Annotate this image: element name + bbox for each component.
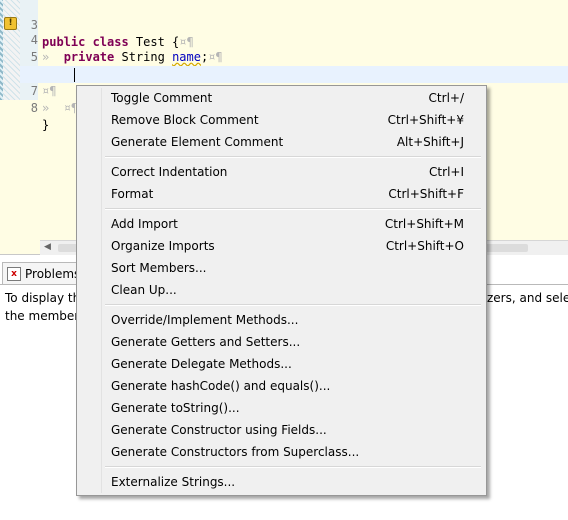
menu-item-label: Generate Getters and Setters... <box>111 335 301 349</box>
menu-item-label: Correct Indentation <box>111 165 228 179</box>
menu-item-shortcut: Ctrl+Shift+M <box>384 217 464 231</box>
menu-item-sort-members[interactable]: Sort Members... <box>79 257 484 279</box>
menu-item-shortcut: Ctrl+I <box>429 165 464 179</box>
problems-icon: x <box>7 267 21 281</box>
menu-item-generate-constructors-superclass[interactable]: Generate Constructors from Superclass... <box>79 441 484 463</box>
menu-item-shortcut: Ctrl+Shift+¥ <box>387 113 464 127</box>
current-code-line[interactable]: 7 » ¤¶ <box>20 66 568 115</box>
scroll-left-icon[interactable]: ◀ <box>44 242 51 252</box>
menu-separator <box>105 156 481 158</box>
annotation-gutter <box>3 0 20 100</box>
menu-item-label: Organize Imports <box>111 239 215 253</box>
menu-separator <box>105 304 481 306</box>
menu-item-label: Generate Constructors from Superclass... <box>111 445 360 459</box>
menu-item-generate-hashcode-equals[interactable]: Generate hashCode() and equals()... <box>79 375 484 397</box>
source-context-menu: Toggle Comment Ctrl+/ Remove Block Comme… <box>76 85 487 496</box>
tab-problems[interactable]: x Problems <box>2 262 84 285</box>
menu-item-shortcut: Ctrl+Shift+F <box>388 187 464 201</box>
text-caret <box>74 68 75 82</box>
tab-label: Problems <box>25 267 81 281</box>
menu-item-shortcut: Ctrl+Shift+O <box>385 239 464 253</box>
menu-item-clean-up[interactable]: Clean Up... <box>79 279 484 301</box>
menu-item-label: Externalize Strings... <box>111 475 236 489</box>
menu-item-externalize-strings[interactable]: Externalize Strings... <box>79 471 484 493</box>
code-line[interactable]: 5 » ¤¶ <box>20 32 568 81</box>
menu-item-label: Format <box>111 187 154 201</box>
code-text: } <box>42 118 50 132</box>
menu-item-label: Generate Constructor using Fields... <box>111 423 327 437</box>
menu-item-label: Sort Members... <box>111 261 207 275</box>
menu-item-label: Add Import <box>111 217 178 231</box>
menu-separator <box>105 208 481 210</box>
menu-item-generate-delegate-methods[interactable]: Generate Delegate Methods... <box>79 353 484 375</box>
menu-item-label: Remove Block Comment <box>111 113 259 127</box>
menu-item-toggle-comment[interactable]: Toggle Comment Ctrl+/ <box>79 87 484 109</box>
menu-item-label: Generate Element Comment <box>111 135 284 149</box>
menu-item-label: Generate Delegate Methods... <box>111 357 292 371</box>
code-line[interactable]: 4 » private String name;¤¶ <box>20 15 568 64</box>
menu-item-label: Generate toString()... <box>111 401 240 415</box>
warning-icon[interactable]: ! <box>4 17 17 30</box>
menu-item-add-import[interactable]: Add Import Ctrl+Shift+M <box>79 213 484 235</box>
menu-item-label: Clean Up... <box>111 283 177 297</box>
menu-separator <box>105 466 481 468</box>
menu-item-label: Generate hashCode() and equals()... <box>111 379 331 393</box>
view-message: To display th <box>5 291 81 305</box>
menu-item-shortcut: Alt+Shift+J <box>396 135 464 149</box>
menu-item-format[interactable]: Format Ctrl+Shift+F <box>79 183 484 205</box>
menu-item-correct-indentation[interactable]: Correct Indentation Ctrl+I <box>79 161 484 183</box>
menu-item-remove-block-comment[interactable]: Remove Block Comment Ctrl+Shift+¥ <box>79 109 484 131</box>
menu-item-shortcut: Ctrl+/ <box>428 91 464 105</box>
menu-item-organize-imports[interactable]: Organize Imports Ctrl+Shift+O <box>79 235 484 257</box>
menu-item-label: Toggle Comment <box>111 91 213 105</box>
line-number: 8 <box>30 101 38 115</box>
menu-item-generate-tostring[interactable]: Generate toString()... <box>79 397 484 419</box>
view-message: the member <box>5 309 80 323</box>
view-message: zers, and selec <box>487 291 568 305</box>
menu-item-label: Override/Implement Methods... <box>111 313 299 327</box>
menu-item-generate-element-comment[interactable]: Generate Element Comment Alt+Shift+J <box>79 131 484 153</box>
menu-item-generate-constructor-fields[interactable]: Generate Constructor using Fields... <box>79 419 484 441</box>
menu-item-generate-getters-setters[interactable]: Generate Getters and Setters... <box>79 331 484 353</box>
menu-item-override-implement-methods[interactable]: Override/Implement Methods... <box>79 309 484 331</box>
code-line[interactable]: 6 ¤¶ <box>20 49 568 98</box>
